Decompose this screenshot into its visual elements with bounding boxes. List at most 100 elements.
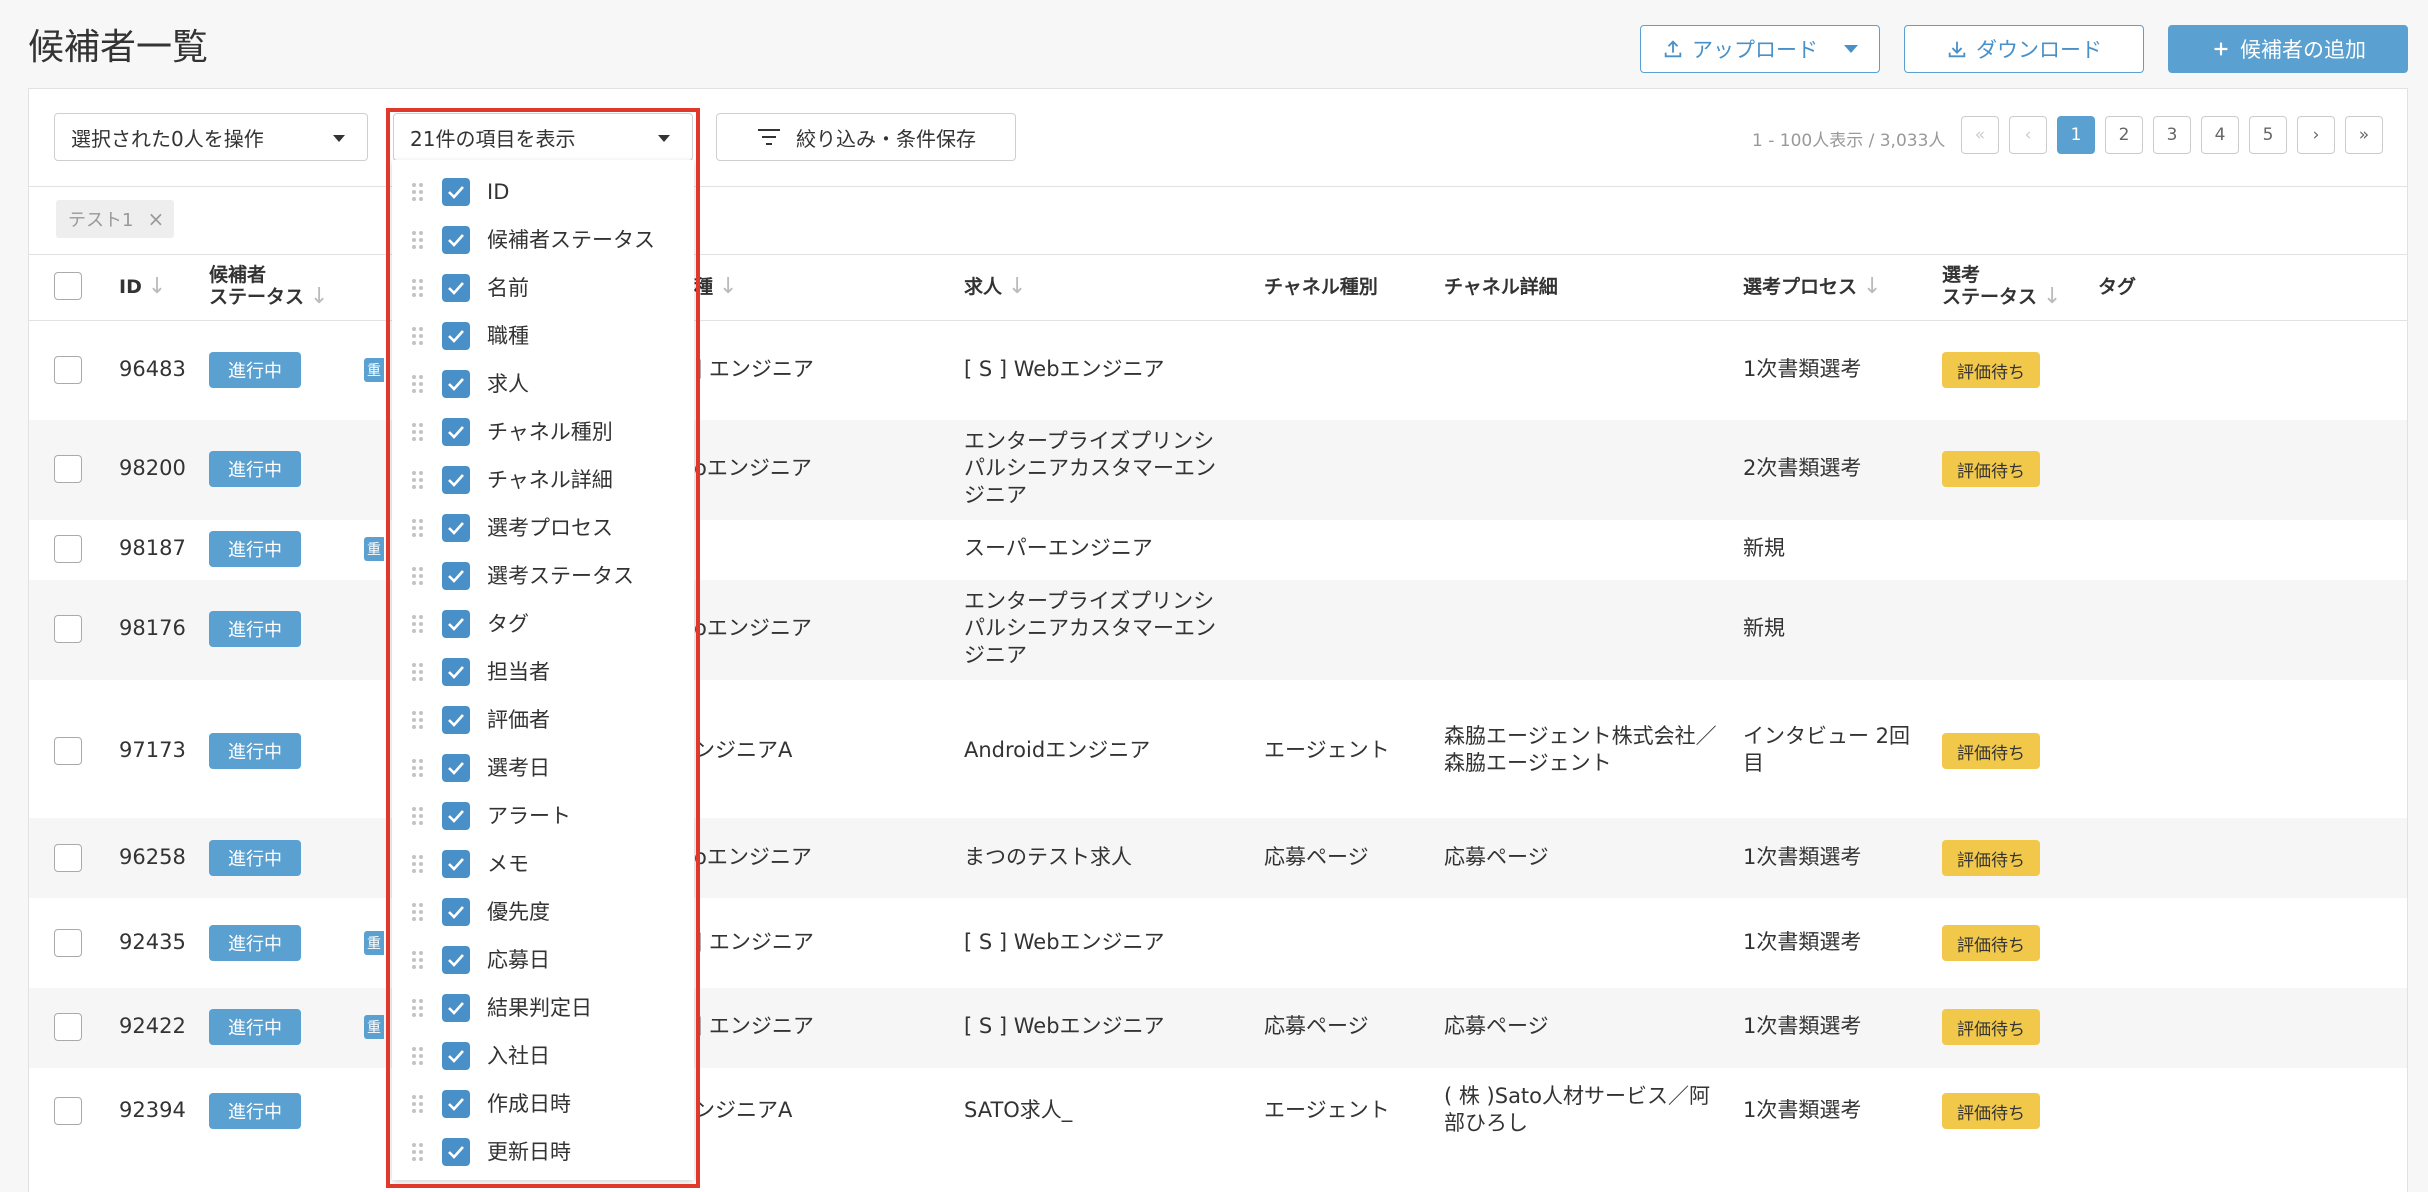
th-status-line2: ステータス ↓: [209, 284, 329, 309]
status-badge: 進行中: [209, 840, 301, 876]
cell-job[interactable]: [ S ] Webエンジニア: [964, 356, 1165, 383]
cell-channel-detail: ( 株 )Sato人材サービス／阿部ひろし: [1444, 1084, 1711, 1135]
cell-channel-type: 応募ページ: [1264, 1014, 1369, 1038]
cell-id: 92422: [119, 1014, 186, 1038]
cell-job[interactable]: エンタープライズプリンシパルシニアカスタマーエンジニア: [964, 428, 1226, 509]
sort-arrow-icon[interactable]: ↓: [148, 276, 166, 298]
duplicate-badge: 重: [364, 931, 384, 955]
selection-status-badge: 評価待ち: [1942, 1093, 2040, 1129]
duplicate-badge: 重: [364, 358, 384, 382]
add-candidate-button[interactable]: 候補者の追加: [2168, 25, 2408, 73]
sort-arrow-icon[interactable]: ↓: [2043, 286, 2061, 308]
download-icon: [1948, 41, 1966, 58]
chevron-down-icon[interactable]: [1844, 45, 1858, 53]
filter-button[interactable]: 絞り込み・条件保存: [716, 113, 1016, 161]
page-5-button[interactable]: 5: [2249, 116, 2287, 154]
selection-status-badge: 評価待ち: [1942, 451, 2040, 487]
cell-channel-detail: 森脇エージェント株式会社／森脇エージェント: [1444, 724, 1717, 775]
filter-tag-chip[interactable]: テスト1 ×: [56, 200, 174, 238]
duplicate-badge: 重: [364, 1015, 384, 1039]
status-badge: 進行中: [209, 1093, 301, 1129]
cell-channel-type: エージェント: [1264, 1098, 1390, 1122]
page-1-button[interactable]: 1: [2057, 116, 2095, 154]
row-checkbox[interactable]: [54, 615, 82, 643]
cell-id: 92435: [119, 930, 186, 954]
cell-job[interactable]: まつのテスト求人: [964, 844, 1132, 871]
status-badge: 進行中: [209, 611, 301, 647]
th-candidate-status[interactable]: 候補者 ステータス ↓: [209, 264, 328, 308]
cell-id: 96258: [119, 845, 186, 869]
cell-job[interactable]: [ S ] Webエンジニア: [964, 929, 1165, 956]
upload-label: アップロード: [1692, 38, 1818, 62]
cell-job-type: oエンジニア: [694, 456, 812, 480]
th-status-line1: 候補者: [209, 264, 267, 286]
cell-job-type: ンジニアA: [694, 738, 793, 762]
cell-channel-type: 応募ページ: [1264, 845, 1369, 869]
cell-process: 1次書類選考: [1743, 1014, 1862, 1038]
row-checkbox[interactable]: [54, 535, 82, 563]
row-checkbox[interactable]: [54, 1013, 82, 1041]
cell-process: 1次書類選考: [1743, 1098, 1862, 1122]
th-sel-status-line1: 選考: [1942, 264, 1981, 286]
status-badge: 進行中: [209, 531, 301, 567]
add-candidate-label: 候補者の追加: [2240, 38, 2366, 62]
chevron-right-icon: ›: [2312, 125, 2320, 145]
page-3-button[interactable]: 3: [2153, 116, 2191, 154]
th-job-type[interactable]: 種 ↓: [694, 276, 737, 299]
cell-job[interactable]: [ S ] Webエンジニア: [964, 1013, 1165, 1040]
chevron-left-icon: ‹: [2024, 125, 2032, 145]
cell-channel-detail: 応募ページ: [1444, 845, 1549, 869]
cell-channel-detail: 応募ページ: [1444, 1014, 1549, 1038]
th-tag: タグ: [2098, 276, 2137, 298]
page-4-button[interactable]: 4: [2201, 116, 2239, 154]
th-process[interactable]: 選考プロセス ↓: [1743, 276, 1881, 299]
close-icon[interactable]: ×: [147, 207, 164, 231]
chevron-down-icon: [333, 135, 345, 142]
cell-job[interactable]: エンタープライズプリンシパルシニアカスタマーエンジニア: [964, 588, 1226, 669]
download-button[interactable]: ダウンロード: [1904, 25, 2144, 73]
cell-job-type: ンジニアA: [694, 1098, 793, 1122]
cell-id: 98200: [119, 456, 186, 480]
cell-job[interactable]: スーパーエンジニア: [964, 535, 1153, 562]
row-checkbox[interactable]: [54, 356, 82, 384]
cell-id: 96483: [119, 357, 186, 381]
selection-status-badge: 評価待ち: [1942, 352, 2040, 388]
next-page-button[interactable]: ›: [2297, 116, 2335, 154]
select-all-checkbox[interactable]: [54, 272, 82, 300]
sort-arrow-icon[interactable]: ↓: [1863, 276, 1881, 298]
double-chevron-left-icon: «: [1974, 125, 1986, 145]
row-checkbox[interactable]: [54, 929, 82, 957]
th-id[interactable]: ID ↓: [119, 276, 166, 299]
cell-job[interactable]: Androidエンジニア: [964, 737, 1150, 764]
bulk-action-select[interactable]: 選択された0人を操作: [54, 113, 368, 161]
cell-job-type: oエンジニア: [694, 845, 812, 869]
th-job[interactable]: 求人 ↓: [964, 276, 1026, 299]
th-selection-status[interactable]: 選考 ステータス ↓: [1942, 264, 2061, 308]
cell-id: 97173: [119, 738, 186, 762]
row-checkbox[interactable]: [54, 737, 82, 765]
selection-status-badge: 評価待ち: [1942, 1009, 2040, 1045]
cell-process: 新規: [1743, 616, 1785, 640]
row-checkbox[interactable]: [54, 844, 82, 872]
sort-arrow-icon[interactable]: ↓: [1008, 276, 1026, 298]
last-page-button[interactable]: »: [2345, 116, 2383, 154]
bulk-action-label: 選択された0人を操作: [71, 126, 264, 151]
row-checkbox[interactable]: [54, 455, 82, 483]
sort-arrow-icon[interactable]: ↓: [310, 286, 328, 308]
cell-process: 1次書類選考: [1743, 357, 1862, 381]
filter-icon: [758, 129, 780, 145]
first-page-button[interactable]: «: [1961, 116, 1999, 154]
row-checkbox[interactable]: [54, 1097, 82, 1125]
page-2-button[interactable]: 2: [2105, 116, 2143, 154]
double-chevron-right-icon: »: [2358, 125, 2370, 145]
prev-page-button[interactable]: ‹: [2009, 116, 2047, 154]
cell-job-type: ] エンジニア: [694, 930, 814, 954]
th-channel-detail: チャネル詳細: [1444, 276, 1558, 298]
cell-job[interactable]: SATO求人_: [964, 1097, 1072, 1124]
upload-button[interactable]: アップロード: [1640, 25, 1880, 73]
status-badge: 進行中: [209, 925, 301, 961]
status-badge: 進行中: [209, 733, 301, 769]
cell-job-type: ] エンジニア: [694, 1014, 814, 1038]
sort-arrow-icon[interactable]: ↓: [719, 276, 737, 298]
th-channel-type: チャネル種別: [1264, 276, 1378, 298]
